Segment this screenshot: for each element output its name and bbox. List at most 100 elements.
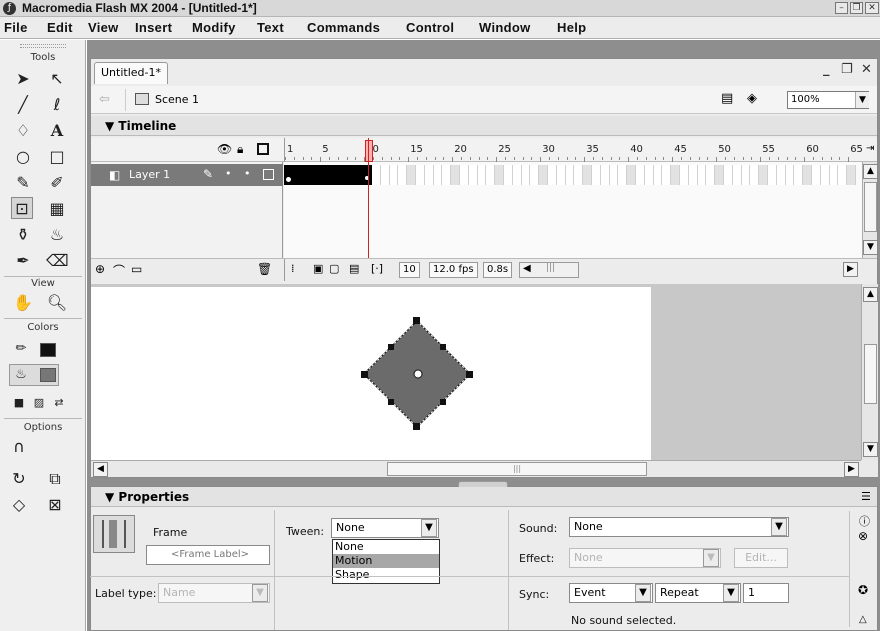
menu-window[interactable]: Window bbox=[479, 20, 531, 35]
layer-outline-icon[interactable] bbox=[263, 169, 274, 180]
frame-cell[interactable] bbox=[451, 165, 460, 185]
onion-outline-icon[interactable]: ▢ bbox=[329, 262, 339, 275]
playhead[interactable] bbox=[365, 140, 373, 162]
frame-cell[interactable] bbox=[495, 165, 504, 185]
timeline-hscroll[interactable]: ◀ ||| bbox=[519, 262, 579, 278]
frame-cell[interactable] bbox=[741, 165, 751, 185]
frame-cell[interactable] bbox=[548, 165, 557, 185]
doc-minimize-icon[interactable]: _ bbox=[823, 62, 830, 77]
frame-cell[interactable] bbox=[407, 165, 416, 185]
frame-cell[interactable] bbox=[574, 165, 584, 185]
frame-cell[interactable] bbox=[600, 165, 610, 185]
frame-cell[interactable] bbox=[671, 165, 680, 185]
outline-icon[interactable] bbox=[257, 143, 269, 155]
frame-cell[interactable] bbox=[732, 165, 742, 185]
stage[interactable] bbox=[91, 287, 651, 460]
frame-cell[interactable] bbox=[354, 165, 364, 185]
edit-symbols-icon[interactable]: ◈ bbox=[747, 91, 757, 106]
frame-cell[interactable] bbox=[565, 165, 575, 185]
frame-view-icon[interactable]: ⇥ bbox=[866, 143, 874, 154]
frame-cell[interactable] bbox=[803, 165, 812, 185]
timeline-vscroll[interactable]: ▲ ▼ bbox=[862, 162, 878, 258]
scroll-thumb[interactable] bbox=[864, 182, 877, 232]
frame-cell[interactable] bbox=[477, 165, 487, 185]
frame-cell[interactable] bbox=[768, 165, 777, 185]
frame-label-input[interactable]: <Frame Label> bbox=[146, 545, 270, 565]
tween-chevron-down-icon[interactable]: ▼ bbox=[421, 519, 437, 537]
distort-icon[interactable]: ◇ bbox=[8, 494, 30, 516]
frame-cell[interactable] bbox=[750, 165, 760, 185]
frame-cell[interactable] bbox=[644, 165, 654, 185]
transform-center-point[interactable] bbox=[413, 369, 423, 379]
menu-text[interactable]: Text bbox=[257, 20, 284, 35]
frame-cell[interactable] bbox=[512, 165, 522, 185]
stage-scroll-thumb[interactable] bbox=[864, 344, 877, 404]
expand-icon[interactable]: △ bbox=[859, 614, 867, 625]
frame-cell[interactable] bbox=[336, 165, 346, 185]
menu-edit[interactable]: Edit bbox=[47, 20, 73, 35]
tween-option-shape[interactable]: Shape bbox=[333, 568, 439, 582]
onion-skin-icon[interactable]: ▣ bbox=[313, 262, 323, 275]
frame-cell[interactable] bbox=[592, 165, 601, 185]
zoom-tool-icon[interactable]: 🔍︎ bbox=[46, 292, 68, 314]
stage-scroll-left-icon[interactable]: ◀ bbox=[93, 462, 108, 477]
frame-cell[interactable] bbox=[794, 165, 804, 185]
repeat-chevron-down-icon[interactable]: ▼ bbox=[723, 584, 739, 602]
frame-cell[interactable] bbox=[398, 165, 408, 185]
menu-modify[interactable]: Modify bbox=[192, 20, 236, 35]
sync-chevron-down-icon[interactable]: ▼ bbox=[635, 584, 651, 602]
hand-tool-icon[interactable]: ✋ bbox=[12, 292, 34, 314]
swap-colors-icon[interactable]: ⇄ bbox=[48, 392, 70, 414]
frame-cell[interactable] bbox=[504, 165, 513, 185]
scroll-right-icon[interactable]: ▶ bbox=[843, 262, 858, 277]
pencil-tool-icon[interactable]: ✎ bbox=[12, 172, 34, 194]
pen-tool-icon[interactable]: ♢ bbox=[12, 120, 34, 142]
frame-cell[interactable] bbox=[636, 165, 645, 185]
stage-hscroll[interactable]: ◀ ||| ▶ bbox=[91, 460, 861, 477]
delete-layer-icon[interactable]: 🗑︎ bbox=[257, 262, 272, 276]
options-menu-icon[interactable]: ☰ bbox=[861, 490, 871, 503]
snap-magnet-icon[interactable]: ∩ bbox=[8, 436, 30, 458]
frame-cell[interactable] bbox=[530, 165, 540, 185]
scroll-down-icon[interactable]: ▼ bbox=[863, 240, 878, 255]
fill-color-swatch[interactable] bbox=[40, 368, 56, 382]
ink-bottle-tool-icon[interactable]: ⚱ bbox=[12, 224, 34, 246]
visible-dot-icon[interactable]: • bbox=[225, 167, 232, 180]
frame-cell[interactable] bbox=[328, 165, 337, 185]
tween-option-none[interactable]: None bbox=[333, 540, 439, 554]
frame-cell[interactable] bbox=[838, 165, 848, 185]
sound-chevron-down-icon[interactable]: ▼ bbox=[771, 518, 787, 536]
free-transform-tool-icon[interactable]: ⊡ bbox=[11, 197, 33, 219]
scroll-left-icon[interactable]: ◀ bbox=[523, 263, 531, 274]
frame-cell[interactable] bbox=[688, 165, 698, 185]
frame-cell[interactable] bbox=[776, 165, 786, 185]
frame-cell[interactable] bbox=[706, 165, 716, 185]
menu-insert[interactable]: Insert bbox=[135, 20, 172, 35]
black-white-icon[interactable]: ■ bbox=[8, 392, 30, 414]
frame-cell[interactable] bbox=[653, 165, 663, 185]
frame-cell[interactable] bbox=[372, 165, 381, 185]
frame-cell[interactable] bbox=[759, 165, 768, 185]
restore-button[interactable]: ❐ bbox=[850, 2, 863, 14]
text-tool-icon[interactable]: A bbox=[46, 120, 68, 142]
stage-hscroll-thumb[interactable]: ||| bbox=[387, 462, 647, 476]
edit-button[interactable]: Edit... bbox=[734, 548, 788, 568]
oval-tool-icon[interactable]: ○ bbox=[12, 146, 34, 168]
center-frame-icon[interactable]: ⁞ bbox=[291, 262, 295, 275]
doc-close-icon[interactable]: ✕ bbox=[861, 62, 872, 77]
frame-rate[interactable]: 12.0 fps bbox=[429, 262, 478, 278]
sound-select[interactable]: None bbox=[569, 517, 789, 537]
repeat-count-input[interactable]: 1 bbox=[743, 583, 789, 603]
frame-cell[interactable] bbox=[521, 165, 531, 185]
frame-cell[interactable] bbox=[812, 165, 821, 185]
modify-markers-icon[interactable]: [·] bbox=[371, 262, 383, 275]
stage-scroll-down-icon[interactable]: ▼ bbox=[863, 442, 878, 457]
doc-restore-icon[interactable]: ❐ bbox=[841, 62, 853, 77]
timeline-panel-header[interactable]: ▼ Timeline bbox=[91, 116, 877, 136]
eraser-tool-icon[interactable]: ⌫ bbox=[46, 250, 69, 272]
stroke-color-swatch[interactable] bbox=[40, 343, 56, 357]
eyedropper-tool-icon[interactable]: ✒ bbox=[12, 250, 34, 272]
frame-cell[interactable] bbox=[627, 165, 636, 185]
scroll-up-icon[interactable]: ▲ bbox=[863, 164, 878, 179]
menu-control[interactable]: Control bbox=[406, 20, 454, 35]
